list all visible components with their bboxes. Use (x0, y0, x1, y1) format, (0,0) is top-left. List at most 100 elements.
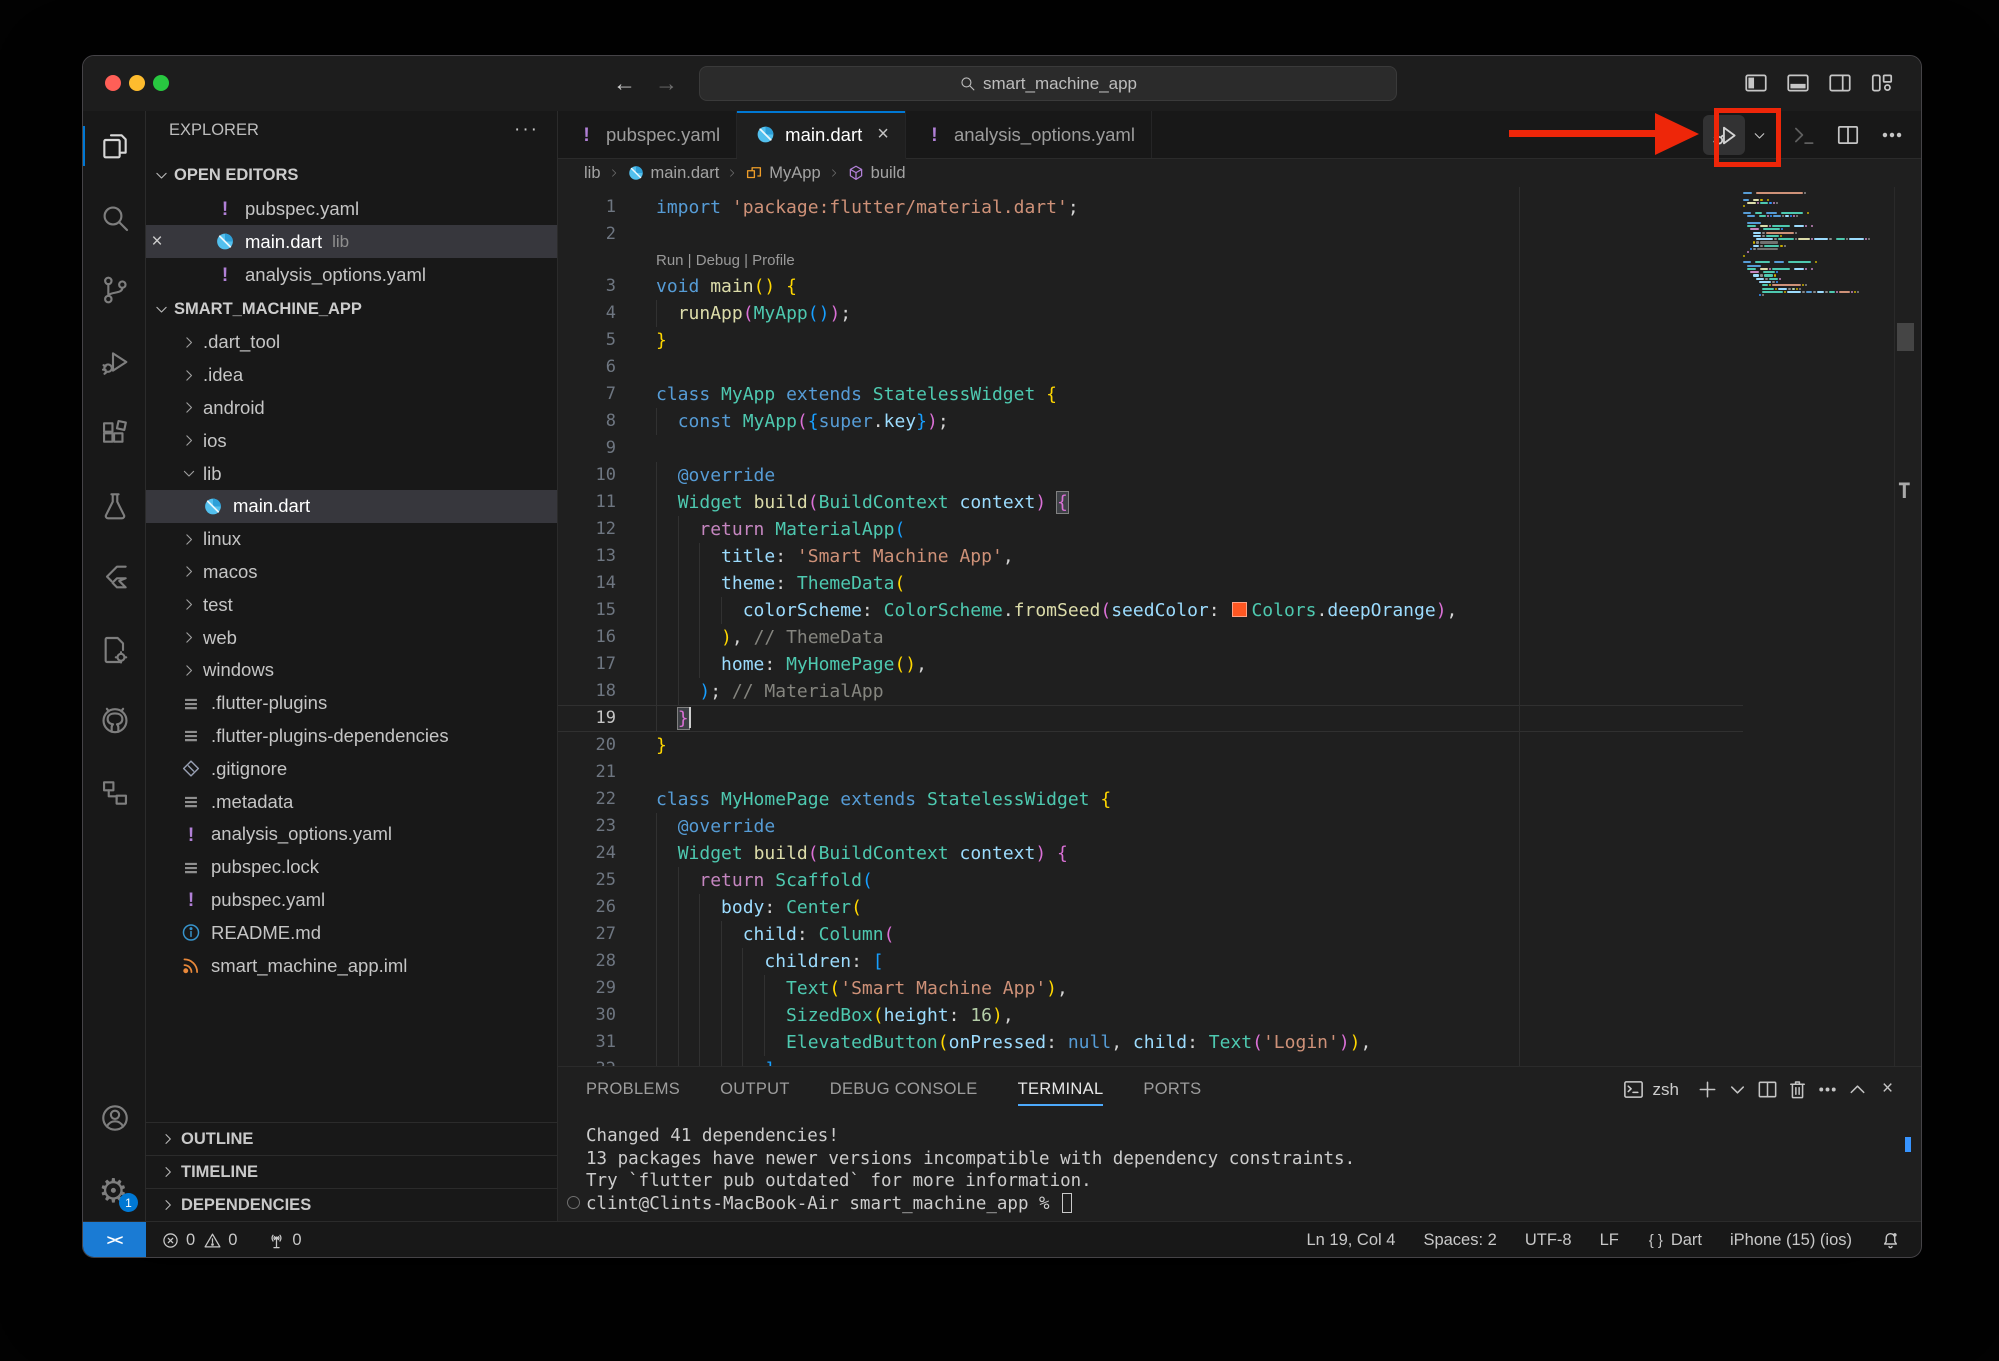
sidebar-section-dependencies[interactable]: DEPENDENCIES (146, 1188, 557, 1221)
status-errors[interactable]: 0 (161, 1231, 195, 1250)
activity-bar-item-references[interactable] (83, 769, 146, 817)
tree-item-pubspec-lock[interactable]: ≡pubspec.lock (146, 851, 557, 884)
tab-main-dart[interactable]: main.dart× (737, 111, 906, 159)
tree-item-analysis-options-yaml[interactable]: !analysis_options.yaml (146, 818, 557, 851)
tree-item-web[interactable]: web (146, 621, 557, 654)
close-panel-icon[interactable]: × (1876, 1078, 1899, 1101)
terminal-line: 13 packages have newer versions incompat… (586, 1148, 1891, 1171)
activity-bar-item-source-control[interactable] (83, 266, 146, 314)
open-editor-item[interactable]: !pubspec.yaml (146, 192, 557, 225)
status-notifications[interactable] (1880, 1230, 1901, 1251)
toggle-panel-icon[interactable] (1785, 70, 1811, 96)
activity-bar-item-settings[interactable]: ⚙1 (83, 1166, 146, 1214)
status-warnings[interactable]: 0 (203, 1231, 237, 1250)
activity-bar-item-github[interactable] (83, 696, 146, 744)
open-terminal-icon[interactable] (1791, 122, 1817, 148)
tab-analysis-options-yaml[interactable]: !analysis_options.yaml (906, 111, 1152, 158)
open-editors-header[interactable]: OPEN EDITORS (146, 159, 557, 192)
editor-scrollbar[interactable] (1894, 187, 1921, 1066)
tree-item-main-dart[interactable]: main.dart (146, 490, 557, 523)
editor-more-actions-icon[interactable] (1879, 122, 1905, 148)
tree-item-lib[interactable]: lib (146, 457, 557, 490)
codelens-run-debug-profile[interactable]: Run | Debug | Profile (558, 248, 1743, 273)
sidebar-section-outline[interactable]: OUTLINE (146, 1122, 557, 1155)
terminal-output[interactable]: Changed 41 dependencies!13 packages have… (586, 1125, 1891, 1215)
command-center-search[interactable]: smart_machine_app (699, 66, 1397, 101)
new-terminal-button[interactable] (1696, 1078, 1719, 1101)
project-root-header[interactable]: SMART_MACHINE_APP (146, 293, 557, 326)
status-language-mode[interactable]: { }Dart (1647, 1231, 1702, 1250)
status-value: 0 (186, 1231, 195, 1250)
minimap[interactable] (1743, 192, 1893, 298)
panel-tab-label: PROBLEMS (586, 1080, 680, 1099)
explorer-more-actions-icon[interactable]: ··· (514, 119, 539, 141)
status-cursor-position[interactable]: Ln 19, Col 4 (1306, 1231, 1395, 1250)
tree-item-smart-machine-app-iml[interactable]: smart_machine_app.iml (146, 949, 557, 982)
status-flutter-device[interactable]: iPhone (15) (ios) (1730, 1231, 1852, 1250)
maximize-window-button[interactable] (153, 75, 169, 91)
remote-indicator[interactable]: >< (83, 1222, 146, 1258)
code-text: Widget build(BuildContext context) { (656, 840, 1068, 867)
tree-item--metadata[interactable]: ≡.metadata (146, 785, 557, 818)
maximize-panel-icon[interactable] (1846, 1078, 1869, 1101)
tree-item-linux[interactable]: linux (146, 523, 557, 556)
shell-selector[interactable]: zsh (1622, 1078, 1679, 1101)
activity-bar-item-explorer[interactable] (83, 122, 146, 170)
activity-bar-item-search[interactable] (83, 194, 146, 242)
panel-tab-terminal[interactable]: TERMINAL (1018, 1067, 1104, 1112)
tree-item-test[interactable]: test (146, 588, 557, 621)
terminal-dropdown-icon[interactable] (1726, 1078, 1749, 1101)
tab-close-icon[interactable]: × (877, 123, 889, 146)
tree-item-macos[interactable]: macos (146, 556, 557, 589)
sidebar-section-timeline[interactable]: TIMELINE (146, 1155, 557, 1188)
activity-bar-item-project-tools[interactable] (83, 626, 146, 674)
panel-more-actions-icon[interactable] (1816, 1078, 1839, 1101)
status-encoding[interactable]: UTF-8 (1525, 1231, 1572, 1250)
minimap-slider[interactable] (1897, 323, 1914, 351)
breadcrumb-item-build[interactable]: build (847, 164, 906, 183)
panel-tab-ports[interactable]: PORTS (1143, 1067, 1201, 1112)
status-ports-forwarded[interactable]: 0 (267, 1231, 301, 1250)
line-number: 21 (558, 759, 616, 786)
minimize-window-button[interactable] (129, 75, 145, 91)
panel-tab-output[interactable]: OUTPUT (720, 1067, 790, 1112)
status-indentation[interactable]: Spaces: 2 (1423, 1231, 1496, 1250)
open-editor-item[interactable]: !analysis_options.yaml (146, 258, 557, 291)
split-editor-icon[interactable] (1835, 122, 1861, 148)
code-editor[interactable]: 1import 'package:flutter/material.dart';… (558, 187, 1921, 1066)
back-button[interactable]: ← (613, 69, 636, 97)
status-eol[interactable]: LF (1600, 1231, 1619, 1250)
tree-item-pubspec-yaml[interactable]: !pubspec.yaml (146, 884, 557, 917)
tree-item--gitignore[interactable]: .gitignore (146, 752, 557, 785)
breadcrumb-item-MyApp[interactable]: MyApp (745, 164, 820, 183)
panel-tab-debug-console[interactable]: DEBUG CONSOLE (830, 1067, 978, 1112)
tree-item--flutter-plugins[interactable]: ≡.flutter-plugins (146, 687, 557, 720)
activity-bar-item-flutter[interactable] (83, 554, 146, 602)
customize-layout-icon[interactable] (1869, 70, 1895, 96)
close-editor-icon[interactable]: × (146, 231, 168, 253)
forward-button[interactable]: → (655, 69, 678, 97)
activity-bar-item-account[interactable] (83, 1094, 146, 1142)
activity-bar-item-extensions[interactable] (83, 410, 146, 458)
kill-terminal-icon[interactable] (1786, 1078, 1809, 1101)
tree-item-README-md[interactable]: README.md (146, 916, 557, 949)
panel-tab-problems[interactable]: PROBLEMS (586, 1067, 680, 1112)
tab-pubspec-yaml[interactable]: !pubspec.yaml (558, 111, 737, 158)
tree-item-android[interactable]: android (146, 392, 557, 425)
breadcrumb-item-main-dart[interactable]: main.dart (627, 164, 720, 183)
toggle-secondary-sidebar-icon[interactable] (1827, 70, 1853, 96)
toggle-sidebar-icon[interactable] (1743, 70, 1769, 96)
tree-item-ios[interactable]: ios (146, 424, 557, 457)
activity-bar-item-testing[interactable] (83, 482, 146, 530)
tree-item--idea[interactable]: .idea (146, 359, 557, 392)
breadcrumb-separator-icon (828, 167, 840, 179)
breadcrumb-item-lib[interactable]: lib (584, 164, 601, 183)
tree-item-windows[interactable]: windows (146, 654, 557, 687)
tree-item--flutter-plugins-dependencies[interactable]: ≡.flutter-plugins-dependencies (146, 720, 557, 753)
split-terminal-icon[interactable] (1756, 1078, 1779, 1101)
code-text: SizedBox(height: 16), (656, 1002, 1014, 1029)
close-window-button[interactable] (105, 75, 121, 91)
activity-bar-item-run-debug[interactable] (83, 338, 146, 386)
open-editor-item[interactable]: ×main.dartlib (146, 225, 557, 258)
tree-item--dart-tool[interactable]: .dart_tool (146, 326, 557, 359)
